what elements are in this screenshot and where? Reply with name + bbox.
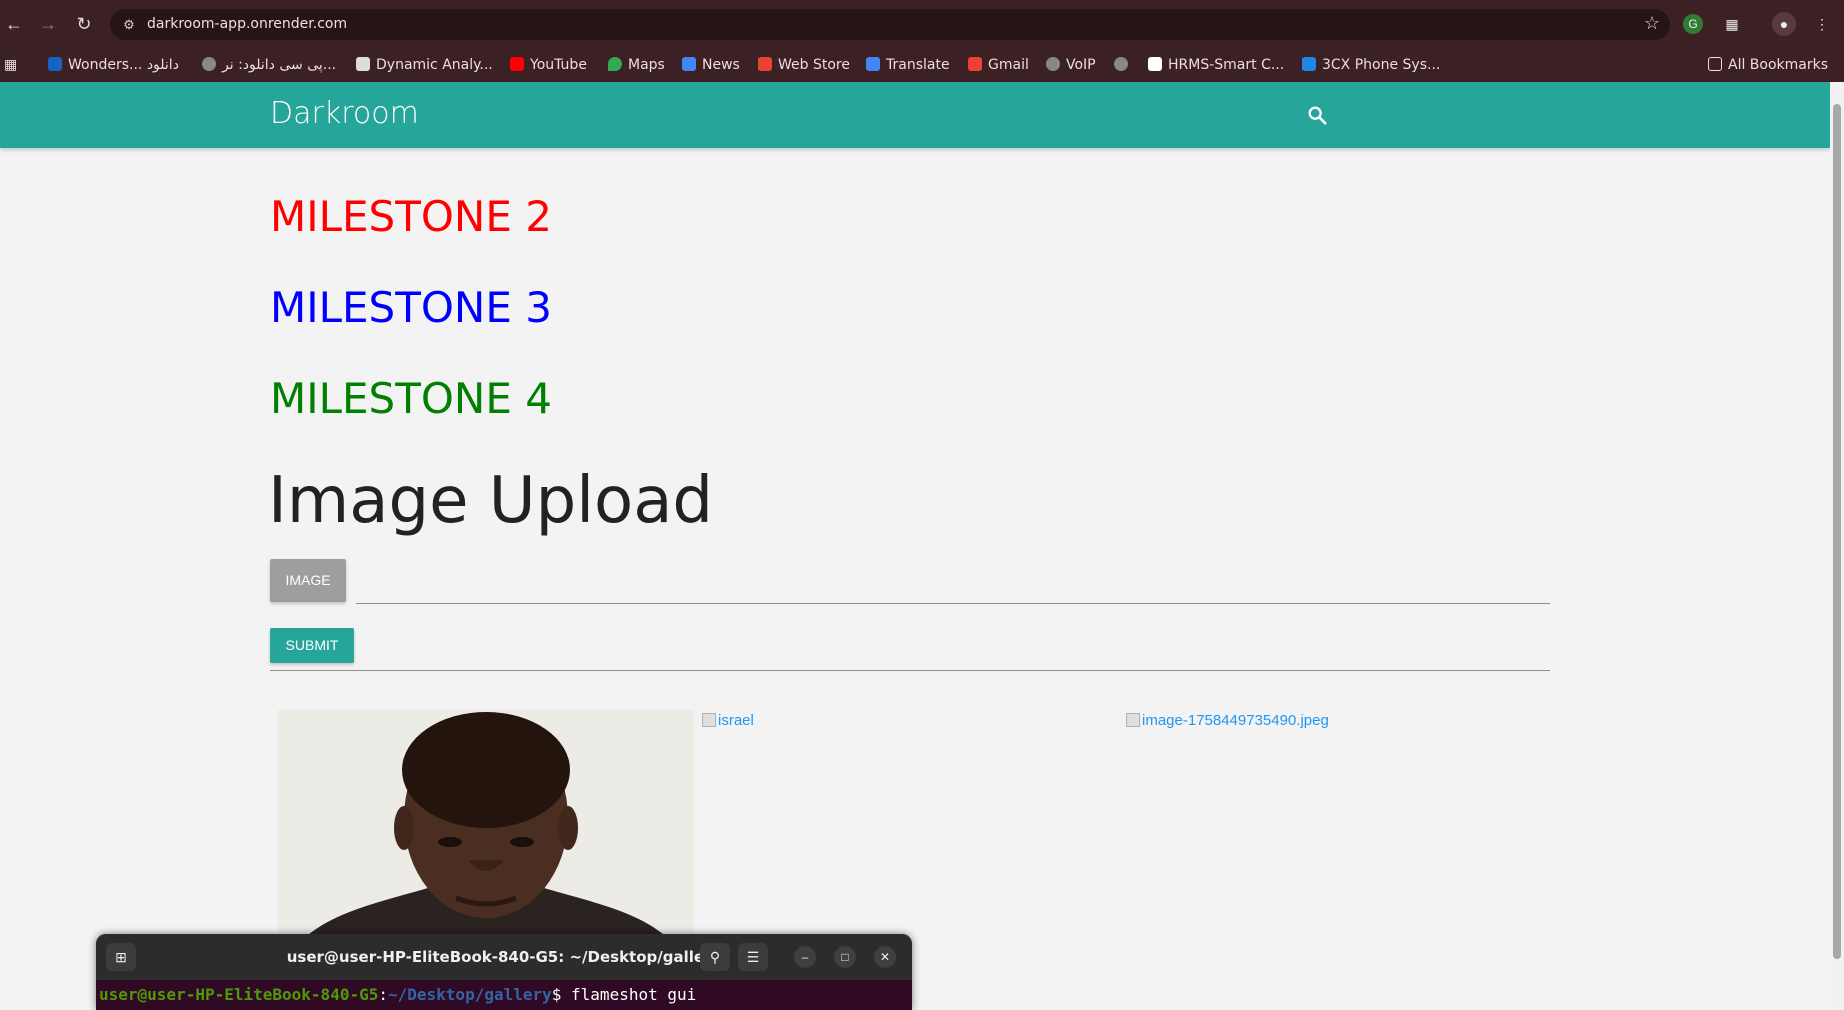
prompt-path: ~/Desktop/gallery [388,985,552,1004]
terminal-window[interactable]: ⊞ user@user-HP-EliteBook-840-G5: ~/Deskt… [96,934,912,1010]
maps-icon [608,57,622,71]
gallery-photo[interactable] [278,710,694,935]
page-scrollbar[interactable] [1830,82,1844,1010]
minimize-icon[interactable]: – [794,946,816,968]
gmail-icon [968,57,982,71]
news-icon [682,57,696,71]
bookmark-voip[interactable]: VoIP [1046,54,1096,76]
bookmark-label: 3CX Phone Sys... [1322,57,1441,73]
image-file-button[interactable]: IMAGE [270,559,346,602]
more-menu-icon[interactable]: ⋮ [1810,12,1834,36]
forward-arrow-icon[interactable]: → [34,10,62,38]
youtube-icon [510,57,524,71]
portrait-image [278,710,694,935]
webstore-icon [758,57,772,71]
gallery-broken-image-link[interactable]: israel [702,712,754,729]
browser-toolbar: ← → ↻ ⚙ darkroom-app.onrender.com ☆ G ▦ … [0,0,1844,48]
site-settings-icon[interactable]: ⚙ [119,15,139,35]
bookmark-dynamic[interactable]: Dynamic Analy... [356,54,493,76]
reload-icon[interactable]: ↻ [70,10,98,38]
prompt-symbol: $ [551,985,572,1004]
maximize-icon[interactable]: □ [834,946,856,968]
3cx-icon [1302,57,1316,71]
hamburger-menu-icon[interactable]: ☰ [738,943,768,971]
milestone-2-heading: MILESTONE 2 [270,192,552,241]
all-bookmarks-label: All Bookmarks [1728,57,1829,73]
brand-logo[interactable]: Darkroom [270,96,419,131]
bookmark-label: YouTube [530,57,587,73]
milestone-3-heading: MILESTONE 3 [270,283,552,332]
bookmark-label: Web Store [778,57,850,73]
bookmark-label: Maps [628,57,665,73]
terminal-titlebar[interactable]: ⊞ user@user-HP-EliteBook-840-G5: ~/Deskt… [96,934,912,980]
bookmark-globe[interactable] [1114,54,1134,76]
image-alt-text: israel [718,712,754,729]
gallery-broken-image-link[interactable]: image-1758449735490.jpeg [1126,712,1329,729]
bookmark-label: News [702,57,740,73]
bookmark-maps[interactable]: Maps [608,54,665,76]
profile-avatar[interactable]: ● [1772,12,1796,36]
all-bookmarks[interactable]: All Bookmarks [1708,54,1828,76]
close-icon[interactable]: ✕ [874,946,896,968]
terminal-title: user@user-HP-EliteBook-840-G5: ~/Desktop… [286,948,722,966]
submit-button[interactable]: SUBMIT [270,628,354,663]
terminal-output[interactable]: user@user-HP-EliteBook-840-G5:~/Desktop/… [96,980,912,1010]
dynamic-icon [356,57,370,71]
bookmark-label: Wonders... دانلود [68,57,179,73]
bookmark-label: Gmail [988,57,1029,73]
bookmark-news[interactable]: News [682,54,740,76]
bookmarks-bar: ▦ Wonders... دانلود پی سی دانلود: نر... … [0,48,1844,82]
scrollbar-thumb[interactable] [1833,104,1841,959]
wonders-icon [48,57,62,71]
translate-icon [866,57,880,71]
apps-grid-icon[interactable]: ▦ [4,54,17,76]
address-bar[interactable]: ⚙ darkroom-app.onrender.com ☆ [110,9,1670,40]
bookmark-webstore[interactable]: Web Store [758,54,850,76]
bookmark-gmail[interactable]: Gmail [968,54,1029,76]
hrms-icon [1148,57,1162,71]
terminal-command: flameshot gui [571,985,697,1004]
bookmark-translate[interactable]: Translate [866,54,950,76]
extensions-icon[interactable]: ▦ [1720,12,1744,36]
broken-image-icon [1126,713,1140,727]
milestone-4-heading: MILESTONE 4 [270,374,552,423]
bookmark-wonders[interactable]: Wonders... دانلود [48,54,179,76]
search-icon[interactable] [1306,104,1328,126]
back-arrow-icon[interactable]: ← [0,10,28,38]
url-text[interactable]: darkroom-app.onrender.com [147,16,347,32]
bookmark-pc-download[interactable]: پی سی دانلود: نر... [202,54,336,76]
broken-image-icon [702,713,716,727]
image-alt-text: image-1758449735490.jpeg [1142,712,1329,729]
bookmark-star-icon[interactable]: ☆ [1644,13,1660,34]
bookmark-hrms[interactable]: HRMS-Smart C... [1148,54,1284,76]
browser-chrome: ← → ↻ ⚙ darkroom-app.onrender.com ☆ G ▦ … [0,0,1844,82]
prompt-user: user@user-HP-EliteBook-840-G5 [99,985,379,1004]
bookmark-label: VoIP [1066,57,1096,73]
app-navbar: Darkroom [0,82,1830,148]
bookmark-youtube[interactable]: YouTube [510,54,587,76]
globe-icon [1046,57,1060,71]
bookmark-3cx[interactable]: 3CX Phone Sys... [1302,54,1440,76]
page-title: Image Upload [268,464,714,538]
bookmark-label: Translate [886,57,950,73]
form-divider [270,670,1550,671]
terminal-search-icon[interactable]: ⚲ [700,943,730,971]
bookmark-label: پی سی دانلود: نر... [222,57,337,73]
globe-icon [202,57,216,71]
globe-icon [1114,57,1128,71]
folder-icon [1708,57,1722,71]
bookmark-label: Dynamic Analy... [376,57,493,73]
file-path-input[interactable] [356,603,1550,604]
grammarly-icon[interactable]: G [1683,14,1703,34]
bookmark-label: HRMS-Smart C... [1168,57,1285,73]
prompt-separator: : [378,985,388,1004]
